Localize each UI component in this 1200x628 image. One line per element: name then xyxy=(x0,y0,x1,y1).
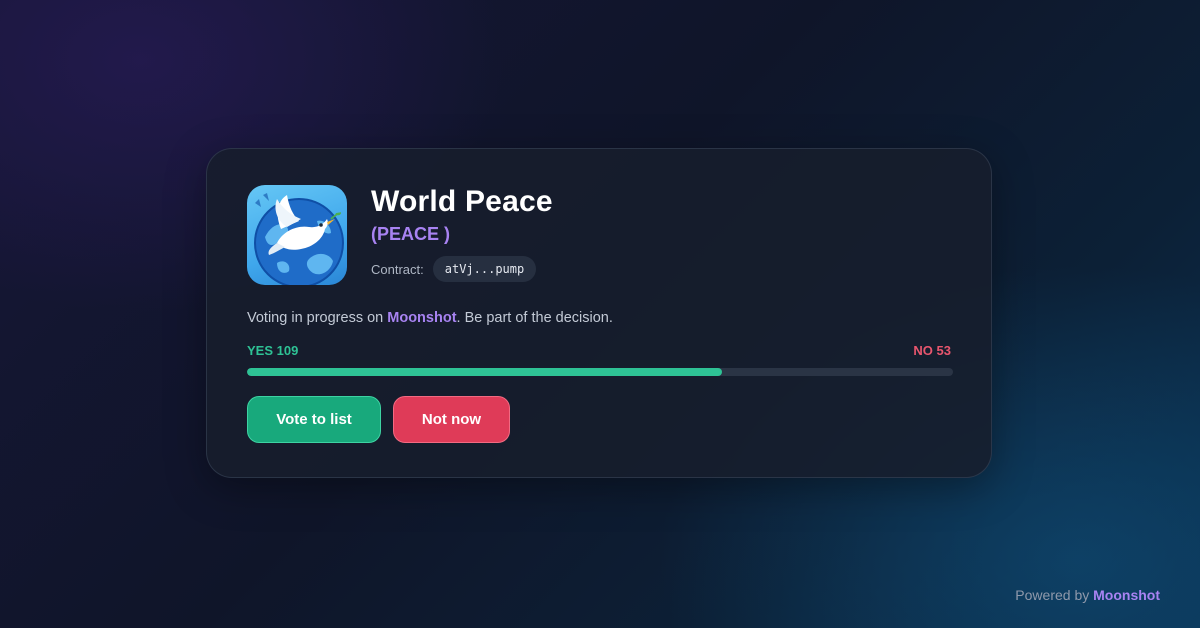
contract-address-pill[interactable]: atVj...pump xyxy=(432,256,537,282)
contract-label: Contract: xyxy=(371,261,424,277)
yes-count-label: YES 109 xyxy=(247,343,299,358)
vote-progress-track xyxy=(247,368,953,376)
token-name: World Peace xyxy=(371,185,553,218)
description-prefix: Voting in progress on xyxy=(247,310,388,326)
token-ticker: (PEACE ) xyxy=(371,224,451,244)
platform-name: Moonshot xyxy=(387,310,457,326)
no-count-label: NO 53 xyxy=(913,343,951,358)
vote-progress-fill xyxy=(247,368,723,376)
voting-description: Voting in progress on Moonshot. Be part … xyxy=(247,310,613,326)
dove-globe-icon xyxy=(254,193,344,285)
footer-brand[interactable]: Moonshot xyxy=(1093,587,1160,603)
contract-row: Contract: atVj...pump xyxy=(371,256,537,282)
description-suffix: . Be part of the decision. xyxy=(456,310,613,326)
not-now-button[interactable]: Not now xyxy=(393,396,510,443)
token-logo xyxy=(247,185,347,285)
vote-card: World Peace (PEACE ) Contract: atVj...pu… xyxy=(206,148,992,478)
footer-prefix: Powered by xyxy=(1015,587,1094,603)
vote-to-list-button[interactable]: Vote to list xyxy=(247,396,381,443)
powered-by-footer: Powered by Moonshot xyxy=(1015,587,1160,603)
